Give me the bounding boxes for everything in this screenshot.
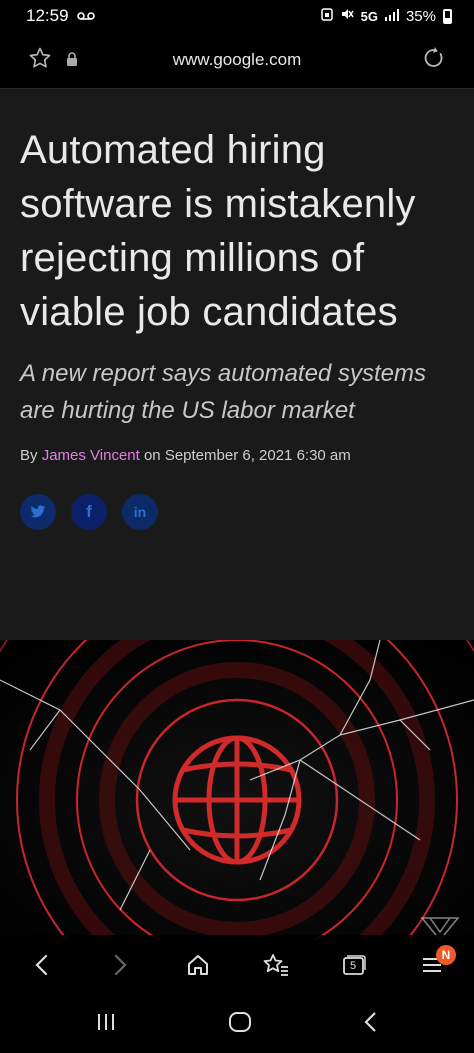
chevron-right-icon bbox=[114, 954, 127, 976]
linkedin-share-button[interactable]: in bbox=[122, 494, 158, 530]
menu-button[interactable]: N bbox=[408, 941, 456, 989]
alarm-icon bbox=[320, 7, 333, 25]
facebook-share-button[interactable]: f bbox=[71, 494, 107, 530]
voicemail-icon bbox=[76, 6, 95, 26]
forward-button[interactable] bbox=[96, 941, 144, 989]
back-button[interactable] bbox=[18, 941, 66, 989]
home-icon bbox=[188, 955, 208, 975]
browser-toolbar: 5 N bbox=[0, 935, 474, 995]
url-field[interactable]: www.google.com bbox=[0, 50, 474, 70]
browser-url-bar: www.google.com bbox=[0, 32, 474, 89]
signal-icon bbox=[384, 8, 399, 25]
tabs-button[interactable]: 5 bbox=[330, 941, 378, 989]
mute-icon bbox=[340, 7, 354, 25]
twitter-share-button[interactable] bbox=[20, 494, 56, 530]
recents-icon bbox=[98, 1013, 115, 1030]
back-nav-button[interactable] bbox=[363, 1011, 379, 1038]
bookmark-star-icon bbox=[263, 954, 288, 976]
hero-image bbox=[0, 640, 474, 940]
facebook-icon: f bbox=[86, 502, 92, 521]
battery-icon bbox=[443, 8, 452, 24]
linkedin-icon: in bbox=[133, 504, 147, 520]
bookmarks-button[interactable] bbox=[252, 941, 300, 989]
reload-icon[interactable] bbox=[422, 46, 446, 75]
share-buttons: f in bbox=[20, 494, 454, 530]
article-byline: By James Vincent on September 6, 2021 6:… bbox=[20, 447, 454, 464]
author-link[interactable]: James Vincent bbox=[42, 447, 140, 464]
menu-badge: N bbox=[436, 945, 456, 965]
home-button[interactable] bbox=[174, 941, 222, 989]
network-type: 5G bbox=[360, 8, 378, 24]
home-nav-button[interactable] bbox=[228, 1011, 252, 1038]
byline-prefix: By bbox=[20, 447, 42, 464]
byline-date: on September 6, 2021 6:30 am bbox=[139, 447, 351, 464]
chevron-left-icon bbox=[35, 954, 48, 976]
article-header: Automated hiring software is mistakenly … bbox=[0, 89, 474, 640]
status-time: 12:59 bbox=[26, 6, 69, 25]
back-icon bbox=[364, 1011, 376, 1032]
recent-apps-button[interactable] bbox=[95, 1012, 117, 1037]
battery-percent: 35% bbox=[405, 7, 436, 25]
system-navigation-bar bbox=[0, 995, 474, 1053]
article-dek: A new report says automated systems are … bbox=[20, 360, 426, 424]
tabs-count: 5 bbox=[350, 960, 357, 972]
globe-icon bbox=[172, 735, 302, 865]
twitter-icon bbox=[30, 505, 46, 518]
article-headline: Automated hiring software is mistakenly … bbox=[20, 128, 416, 334]
status-bar: 12:59 5G 35% bbox=[0, 0, 474, 32]
home-circle-icon bbox=[228, 1011, 251, 1032]
